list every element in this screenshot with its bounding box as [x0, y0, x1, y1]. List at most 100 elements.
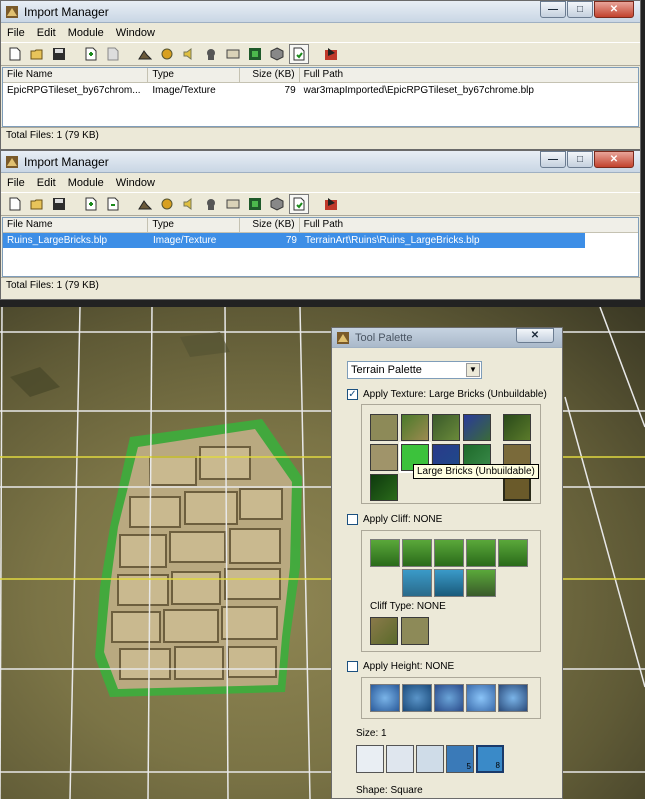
file-size: 79 [284, 85, 296, 96]
size-3-button[interactable] [416, 745, 444, 773]
tile-forest-floor[interactable] [370, 474, 398, 501]
cliff-level-button[interactable] [434, 539, 464, 567]
trigger-editor-button[interactable] [157, 44, 177, 64]
cliff-lower-button[interactable] [370, 539, 400, 567]
height-lower-button[interactable] [402, 684, 432, 712]
import-file-button[interactable] [81, 44, 101, 64]
menu-window[interactable]: Window [116, 177, 155, 189]
apply-cliff-checkbox[interactable] [347, 514, 358, 525]
column-file-name[interactable]: File Name [3, 218, 149, 232]
terrain-editor-button[interactable] [135, 194, 155, 214]
menu-file[interactable]: File [7, 27, 25, 39]
terrain-icon [138, 200, 152, 210]
cube-icon [270, 47, 284, 61]
cliff-ramp-button[interactable] [466, 569, 496, 597]
tile-rough-dirt[interactable] [370, 444, 398, 471]
object-editor-button[interactable] [201, 194, 221, 214]
tile-dirt[interactable] [370, 414, 398, 441]
save-button[interactable] [49, 44, 69, 64]
column-size[interactable]: Size (KB) [240, 218, 300, 232]
palette-select[interactable]: Terrain Palette ▼ [347, 361, 482, 379]
open-button[interactable] [27, 194, 47, 214]
tile-dark-grass[interactable] [503, 414, 531, 441]
import-file-button[interactable] [81, 194, 101, 214]
palette-close-button[interactable]: ✕ [516, 328, 554, 343]
cliff-type-grass[interactable] [401, 617, 429, 645]
height-noise-button[interactable] [466, 684, 496, 712]
campaign-editor-button[interactable] [223, 194, 243, 214]
test-map-button[interactable] [321, 194, 341, 214]
cliff-shallow-water-button[interactable] [402, 569, 432, 597]
tile-vines[interactable] [463, 414, 491, 441]
close-button[interactable]: ✕ [594, 151, 634, 168]
menu-edit[interactable]: Edit [37, 27, 56, 39]
menu-module[interactable]: Module [68, 27, 104, 39]
cliff-deep-water-button[interactable] [434, 569, 464, 597]
object-manager-button[interactable] [267, 194, 287, 214]
column-size[interactable]: Size (KB) [240, 68, 300, 82]
ai-editor-button[interactable] [245, 44, 265, 64]
height-plateau-button[interactable] [434, 684, 464, 712]
save-button[interactable] [49, 194, 69, 214]
title-bar[interactable]: Import Manager — □ ✕ [1, 151, 640, 173]
new-file-button[interactable] [5, 194, 25, 214]
menu-edit[interactable]: Edit [37, 177, 56, 189]
new-file-button[interactable] [5, 44, 25, 64]
table-row[interactable]: Ruins_LargeBricks.blp Image/Texture 79 T… [3, 233, 585, 248]
world-editor-icon [337, 331, 349, 344]
file-list[interactable]: File Name Type Size (KB) Full Path EpicR… [2, 67, 639, 127]
sound-editor-button[interactable] [179, 44, 199, 64]
file-path: war3mapImported\EpicRPGTileset_by67chrom… [303, 85, 534, 96]
cliff-type-dirt[interactable] [370, 617, 398, 645]
maximize-button[interactable]: □ [567, 151, 593, 168]
maximize-button[interactable]: □ [567, 1, 593, 18]
cliff-tools-group: Cliff Type: NONE [361, 530, 541, 652]
cliff-raise-2-button[interactable] [498, 539, 528, 567]
tile-grass[interactable] [432, 414, 460, 441]
minimize-button[interactable]: — [540, 151, 566, 168]
file-list[interactable]: File Name Type Size (KB) Full Path Ruins… [2, 217, 639, 277]
palette-title-bar[interactable]: Tool Palette ✕ [332, 328, 562, 348]
open-button[interactable] [27, 44, 47, 64]
size-8-button[interactable]: 8 [476, 745, 504, 773]
world-editor-icon [6, 155, 18, 168]
import-manager-window-2: Import Manager — □ ✕ File Edit Module Wi… [0, 150, 641, 300]
menu-file[interactable]: File [7, 177, 25, 189]
apply-cliff-row: Apply Cliff: NONE [347, 514, 442, 525]
menu-module[interactable]: Module [68, 177, 104, 189]
column-file-name[interactable]: File Name [3, 68, 149, 82]
campaign-editor-button[interactable] [223, 44, 243, 64]
column-type[interactable]: Type [148, 68, 240, 82]
menu-window[interactable]: Window [116, 27, 155, 39]
chevron-down-icon[interactable]: ▼ [466, 363, 480, 377]
export-file-button[interactable] [103, 194, 123, 214]
minimize-button[interactable]: — [540, 1, 566, 18]
apply-texture-checkbox[interactable]: ✓ [347, 389, 358, 400]
ai-editor-button[interactable] [245, 194, 265, 214]
sound-editor-button[interactable] [179, 194, 199, 214]
apply-height-checkbox[interactable] [347, 661, 358, 672]
object-editor-button[interactable] [201, 44, 221, 64]
cliff-raise-button[interactable] [466, 539, 496, 567]
close-button[interactable]: ✕ [594, 1, 634, 18]
title-bar[interactable]: Import Manager — □ ✕ [1, 1, 640, 23]
import-manager-button[interactable] [289, 44, 309, 64]
test-map-button[interactable] [321, 44, 341, 64]
size-1-button[interactable] [356, 745, 384, 773]
trigger-editor-button[interactable] [157, 194, 177, 214]
column-full-path[interactable]: Full Path [300, 218, 638, 232]
size-5-button[interactable]: 5 [446, 745, 474, 773]
cliff-lower-2-button[interactable] [402, 539, 432, 567]
table-row[interactable]: EpicRPGTileset_by67chrom... Image/Textur… [3, 83, 638, 98]
export-file-button[interactable] [103, 44, 123, 64]
tile-grassy-dirt[interactable] [401, 414, 429, 441]
height-smooth-button[interactable] [498, 684, 528, 712]
column-type[interactable]: Type [148, 218, 240, 232]
column-full-path[interactable]: Full Path [300, 68, 638, 82]
object-manager-button[interactable] [267, 44, 287, 64]
size-5-badge: 5 [466, 762, 471, 771]
import-manager-button[interactable] [289, 194, 309, 214]
size-2-button[interactable] [386, 745, 414, 773]
height-raise-button[interactable] [370, 684, 400, 712]
terrain-editor-button[interactable] [135, 44, 155, 64]
